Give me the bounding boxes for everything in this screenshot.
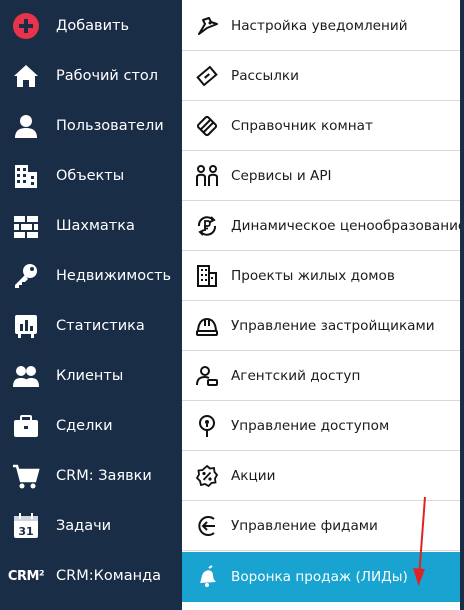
settings-submenu: Настройка уведомлений Рассылки Справочни… [182, 0, 464, 610]
submenu-item-label: Управление фидами [231, 518, 378, 534]
submenu-item-label: Управление застройщиками [231, 318, 435, 334]
send-icon [194, 63, 220, 89]
submenu-item-label: Настройка уведомлений [231, 18, 408, 34]
submenu-item-label: Воронка продаж (ЛИДы) [231, 569, 408, 585]
sidebar-item-label: Объекты [56, 168, 125, 184]
sidebar-item-label: Рабочий стол [56, 68, 159, 84]
cart-icon [10, 460, 42, 492]
sidebar-item-crm-requests[interactable]: CRM: Заявки [0, 451, 182, 501]
submenu-item-label: Агентский доступ [231, 368, 361, 384]
submenu-item-housing-projects[interactable]: Проекты жилых домов [182, 252, 462, 301]
submenu-item-label: Акции [231, 468, 276, 484]
submenu-item-label: Сервисы и API [231, 168, 332, 184]
bell-funnel-icon [194, 564, 220, 590]
sidebar-item-label: Недвижимость [56, 268, 172, 284]
submenu-item-label: Управление доступом [231, 418, 390, 434]
people-api-icon [194, 163, 220, 189]
buildings-icon [10, 160, 42, 192]
sidebar-item-objects[interactable]: Объекты [0, 151, 182, 201]
sidebar-item-tasks[interactable]: 31 Задачи [0, 501, 182, 551]
feed-arrow-icon [194, 513, 220, 539]
sidebar-item-label: Сделки [56, 418, 113, 434]
bell-settings-icon [194, 13, 220, 39]
key-icon [10, 260, 42, 292]
submenu-item-promotions[interactable]: Акции [182, 452, 462, 501]
sidebar-item-label: CRM:Команда [56, 568, 161, 584]
apartment-icon [194, 263, 220, 289]
percent-badge-icon [194, 463, 220, 489]
sidebar-item-deals[interactable]: Сделки [0, 401, 182, 451]
submenu-item-agent-access[interactable]: Агентский доступ [182, 352, 462, 401]
home-icon [10, 60, 42, 92]
user-icon [10, 110, 42, 142]
sidebar-item-users[interactable]: Пользователи [0, 101, 182, 151]
plus-circle-icon [10, 10, 42, 42]
bricks-icon [10, 210, 42, 242]
sidebar-item-label: Статистика [56, 318, 145, 334]
agent-icon [194, 363, 220, 389]
submenu-item-label: Справочник комнат [231, 118, 373, 134]
submenu-item-notification-settings[interactable]: Настройка уведомлений [182, 2, 462, 51]
sidebar-item-label: Пользователи [56, 118, 164, 134]
briefcase-icon [10, 410, 42, 442]
submenu-item-dynamic-pricing[interactable]: Динамическое ценообразование [182, 202, 464, 251]
sidebar-item-label: Шахматка [56, 218, 135, 234]
sidebar-item-label: CRM: Заявки [56, 468, 152, 484]
submenu-item-services-api[interactable]: Сервисы и API [182, 152, 462, 201]
sidebar-item-realty[interactable]: Недвижимость [0, 251, 182, 301]
bar-chart-icon [10, 310, 42, 342]
sidebar-item-clients[interactable]: Клиенты [0, 351, 182, 401]
sidebar-item-label: Добавить [56, 18, 129, 34]
submenu-item-label: Проекты жилых домов [231, 268, 395, 284]
users-icon [10, 360, 42, 392]
submenu-item-room-directory[interactable]: Справочник комнат [182, 102, 462, 151]
submenu-item-mailings[interactable]: Рассылки [182, 52, 462, 101]
sidebar-item-add[interactable]: Добавить [0, 1, 182, 51]
hardhat-icon [194, 313, 220, 339]
ruble-cycle-icon [194, 213, 220, 239]
sidebar-item-label: Клиенты [56, 368, 124, 384]
location-key-icon [194, 413, 220, 439]
crm2-logo: CRM² [6, 560, 46, 592]
submenu-item-label: Динамическое ценообразование [231, 218, 464, 234]
right-edge [460, 0, 464, 610]
sidebar-item-chessboard[interactable]: Шахматка [0, 201, 182, 251]
submenu-item-label: Рассылки [231, 68, 299, 84]
crm2-logo-text: CRM² [7, 568, 45, 584]
sidebar-item-dashboard[interactable]: Рабочий стол [0, 51, 182, 101]
book-icon [194, 113, 220, 139]
calendar-icon: 31 [10, 510, 42, 542]
submenu-item-feeds[interactable]: Управление фидами [182, 502, 462, 551]
sidebar-item-statistics[interactable]: Статистика [0, 301, 182, 351]
sidebar-item-crm-team[interactable]: CRM² CRM:Команда [0, 551, 182, 601]
calendar-day-text: 31 [18, 525, 33, 538]
sidebar: Добавить Рабочий стол Пользователи Объек… [0, 0, 182, 610]
submenu-item-developers[interactable]: Управление застройщиками [182, 302, 462, 351]
submenu-item-access-control[interactable]: Управление доступом [182, 402, 462, 451]
submenu-item-sales-funnel[interactable]: Воронка продаж (ЛИДы) [182, 552, 462, 602]
sidebar-item-label: Задачи [56, 518, 112, 534]
